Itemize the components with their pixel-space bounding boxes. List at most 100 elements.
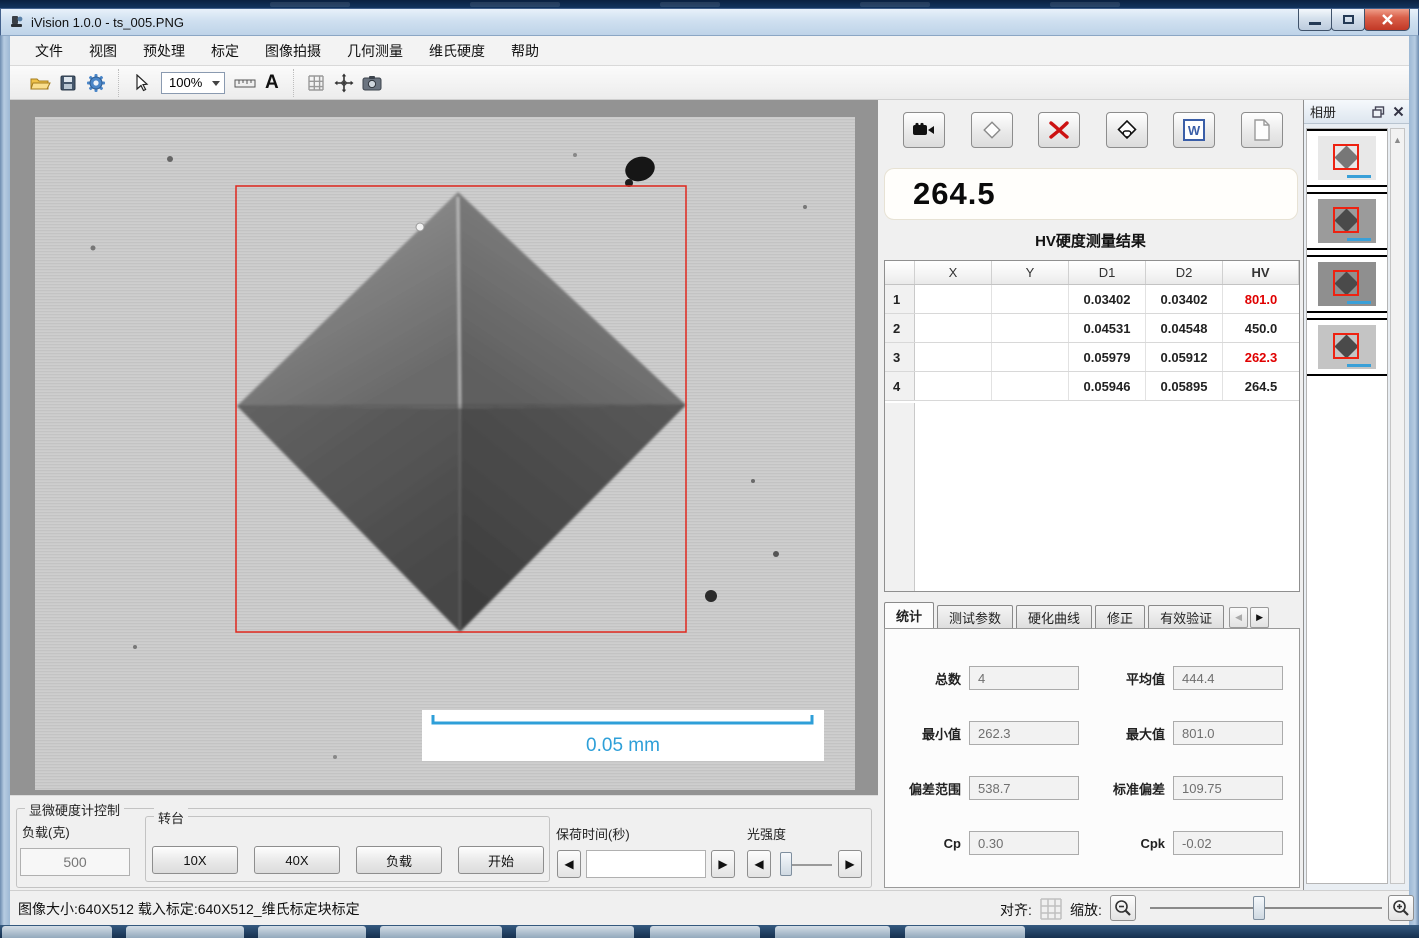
open-file-button[interactable] [26, 70, 54, 96]
load-input[interactable]: 500 [20, 848, 130, 876]
settings-button[interactable] [82, 70, 110, 96]
stat-max-value: 801.0 [1173, 721, 1283, 745]
stat-min-label: 最小值 [922, 724, 961, 743]
taskbar-button[interactable] [905, 926, 1025, 938]
album-close-button[interactable] [1389, 104, 1407, 120]
live-video-button[interactable] [903, 112, 945, 148]
dwell-increase-button[interactable]: ▶ [711, 850, 735, 878]
view-zoom-slider-track[interactable] [1150, 907, 1382, 909]
image-canvas[interactable]: 0.05 mm [10, 100, 878, 795]
taskbar-button[interactable] [650, 926, 760, 938]
dwell-time-input[interactable] [586, 850, 706, 878]
turret-10x-button[interactable]: 10X [152, 846, 238, 874]
grid-toggle-button[interactable] [302, 70, 330, 96]
album-thumbnail-1[interactable] [1307, 129, 1387, 187]
scroll-up-icon[interactable]: ▲ [1391, 135, 1404, 145]
snapshot-button[interactable] [358, 70, 386, 96]
gear-icon [85, 72, 107, 94]
start-button[interactable]: 开始 [458, 846, 544, 874]
zoom-level-combobox[interactable]: 100% [161, 72, 225, 94]
results-table-title: HV硬度测量结果 [878, 230, 1303, 251]
auto-measure-button[interactable] [1106, 112, 1148, 148]
view-zoom-slider-thumb[interactable] [1253, 896, 1265, 920]
ruler-icon [234, 76, 256, 90]
header-d1[interactable]: D1 [1069, 261, 1146, 284]
menu-view[interactable]: 视图 [76, 37, 130, 65]
cell-y [992, 372, 1069, 400]
album-thumbnail-2[interactable] [1307, 192, 1387, 250]
measure-tool-button[interactable] [231, 70, 259, 96]
delete-result-button[interactable] [1038, 112, 1080, 148]
header-x[interactable]: X [915, 261, 992, 284]
light-decrease-button[interactable]: ◀ [747, 850, 771, 878]
album-thumbnail-3[interactable] [1307, 255, 1387, 313]
table-row[interactable]: 2 0.04531 0.04548 450.0 [885, 314, 1299, 343]
album-thumbnail-4[interactable] [1307, 318, 1387, 376]
maximize-button[interactable] [1331, 9, 1365, 31]
tab-correction[interactable]: 修正 [1095, 605, 1145, 629]
scale-bar-mini [1347, 175, 1371, 178]
crosshair-button[interactable] [330, 70, 358, 96]
zoom-in-button[interactable] [1388, 895, 1414, 921]
stat-count-value: 4 [969, 666, 1079, 690]
dwell-decrease-button[interactable]: ◀ [557, 850, 581, 878]
control-groupbox-title: 显微硬度计控制 [25, 800, 124, 819]
tab-scroll-right-button[interactable]: ▶ [1250, 607, 1269, 628]
new-document-button[interactable] [1241, 112, 1283, 148]
menu-geometry[interactable]: 几何测量 [334, 37, 416, 65]
align-grid-icon[interactable] [1040, 898, 1062, 920]
light-slider-thumb[interactable] [780, 852, 792, 876]
zoom-out-button[interactable] [1110, 895, 1136, 921]
tab-test-params[interactable]: 测试参数 [937, 605, 1013, 629]
open-folder-icon [29, 74, 51, 92]
tab-validation[interactable]: 有效验证 [1148, 605, 1224, 629]
cell-y [992, 285, 1069, 313]
light-increase-button[interactable]: ▶ [838, 850, 862, 878]
text-tool-button[interactable]: A [259, 72, 285, 94]
header-hv[interactable]: HV [1223, 261, 1299, 284]
menu-capture[interactable]: 图像拍摄 [252, 37, 334, 65]
menu-vickers[interactable]: 维氏硬度 [416, 37, 498, 65]
album-float-button[interactable] [1369, 104, 1387, 120]
table-row[interactable]: 3 0.05979 0.05912 262.3 [885, 343, 1299, 372]
taskbar-button[interactable] [380, 926, 502, 938]
album-scrollbar[interactable]: ▲ [1390, 128, 1405, 884]
maximize-icon [1343, 15, 1354, 24]
cell-y [992, 314, 1069, 342]
export-word-button[interactable]: W [1173, 112, 1215, 148]
table-row[interactable]: 4 0.05946 0.05895 264.5 [885, 372, 1299, 401]
results-toolbar: W [903, 112, 1283, 148]
tab-scroll-left-button[interactable]: ◀ [1229, 607, 1248, 628]
header-d2[interactable]: D2 [1146, 261, 1223, 284]
hand-diamond-icon [1115, 119, 1139, 141]
measure-indent-button[interactable] [971, 112, 1013, 148]
menu-file[interactable]: 文件 [22, 37, 76, 65]
menu-preprocess[interactable]: 预处理 [130, 37, 198, 65]
zoom-level-value: 100% [169, 75, 202, 90]
select-cursor-button[interactable] [127, 70, 155, 96]
menu-calibration[interactable]: 标定 [198, 37, 252, 65]
scale-bar-mini [1347, 238, 1371, 241]
taskbar-button[interactable] [775, 926, 890, 938]
turret-40x-button[interactable]: 40X [254, 846, 340, 874]
save-button[interactable] [54, 70, 82, 96]
taskbar-button[interactable] [258, 926, 366, 938]
load-position-button[interactable]: 负载 [356, 846, 442, 874]
chevron-down-icon [212, 81, 220, 86]
table-row[interactable]: 1 0.03402 0.03402 801.0 [885, 285, 1299, 314]
row-index: 4 [885, 372, 915, 400]
taskbar-button[interactable] [126, 926, 244, 938]
dwell-time-label: 保荷时间(秒) [556, 824, 630, 843]
cell-x [915, 285, 992, 313]
tab-hardening-curve[interactable]: 硬化曲线 [1016, 605, 1092, 629]
taskbar-button[interactable] [2, 926, 112, 938]
tab-statistics[interactable]: 统计 [884, 602, 934, 629]
taskbar-button[interactable] [516, 926, 634, 938]
close-button[interactable] [1364, 9, 1410, 31]
cell-x [915, 314, 992, 342]
word-document-icon: W [1183, 119, 1205, 141]
minimize-button[interactable] [1298, 9, 1332, 31]
menu-help[interactable]: 帮助 [498, 37, 552, 65]
micrograph-image[interactable]: 0.05 mm [35, 117, 855, 790]
header-y[interactable]: Y [992, 261, 1069, 284]
